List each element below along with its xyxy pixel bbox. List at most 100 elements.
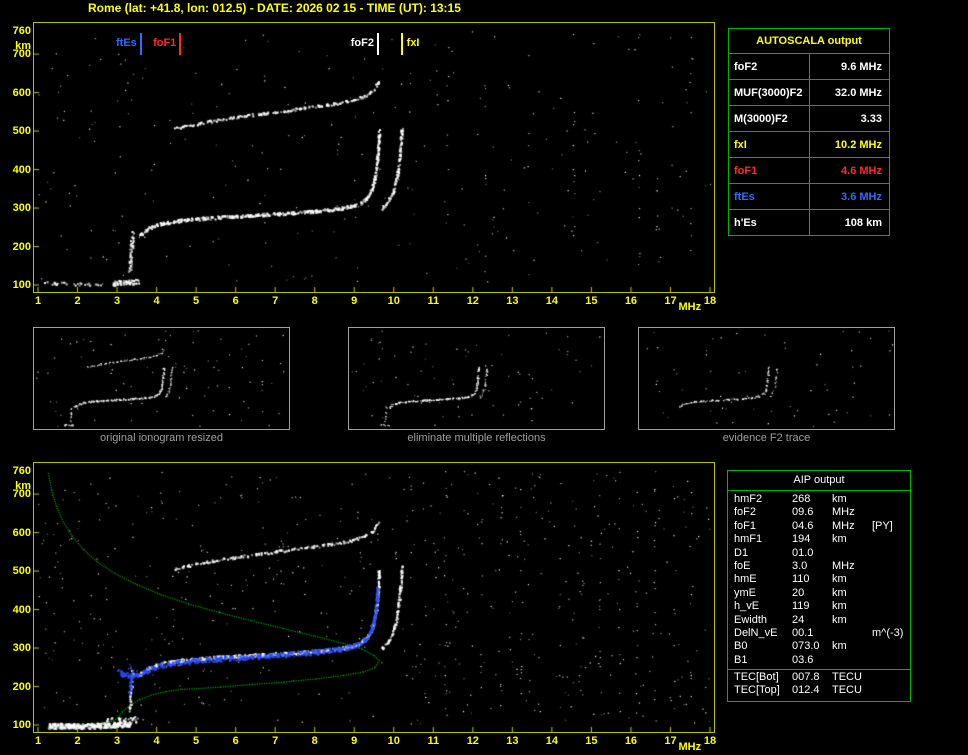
aip-row-extra — [872, 493, 910, 506]
x-tick-label: 9 — [351, 295, 358, 307]
y-axis-unit-label: km — [15, 40, 31, 52]
autoscala-table-header: AUTOSCALA output — [728, 28, 890, 54]
aip-row-unit: km — [832, 586, 847, 599]
aip-row-extra — [872, 587, 910, 600]
x-tick-label: 8 — [311, 295, 318, 307]
autoscala-row: foF1 4.6 MHz — [728, 157, 890, 184]
autoscala-row-label: foF1 — [728, 157, 810, 184]
x-tick-label: 5 — [193, 295, 200, 307]
aip-row-label: DelN_vE — [734, 626, 778, 639]
aip-row-unit: MHz — [832, 519, 855, 532]
aip-row-label: hmF1 — [734, 533, 763, 546]
autoscala-app-screen: Rome (lat: +41.8, lon: 012.5) - DATE: 20… — [0, 0, 968, 755]
autoscala-row-label: h'Es — [728, 209, 810, 236]
x-tick-label: 12 — [466, 735, 479, 747]
page-title: Rome (lat: +41.8, lon: 012.5) - DATE: 20… — [88, 1, 461, 15]
legend-label-fxi: fxI — [406, 37, 420, 49]
aip-row-value: 194 — [792, 533, 811, 546]
aip-row-value: 24 — [792, 613, 805, 626]
legend-marker-ftes — [139, 33, 142, 55]
x-tick-label: 7 — [272, 295, 279, 307]
aip-row-unit: km — [832, 493, 847, 505]
autoscala-row-value: 108 km — [808, 209, 890, 236]
aip-row: hmF1 194 km — [728, 533, 910, 546]
autoscala-row-label: MUF(3000)F2 — [728, 79, 810, 106]
x-tick-label: 7 — [272, 735, 279, 747]
aip-row-unit: km — [832, 640, 847, 653]
aip-row-unit: km — [832, 533, 847, 546]
y-tick-label: 200 — [12, 680, 31, 693]
legend-label-fof2: foF2 — [350, 37, 374, 49]
aip-row-label: TEC[Bot] — [734, 671, 779, 684]
x-tick-label: 4 — [153, 295, 160, 307]
thumb-f2-trace-frame — [638, 327, 895, 430]
legend-marker-fxi — [400, 33, 403, 55]
autoscala-row-value: 10.2 MHz — [808, 131, 890, 158]
legend-label-ftes: ftEs — [116, 37, 137, 49]
aip-row-unit — [832, 654, 872, 667]
x-tick-label: 13 — [506, 735, 519, 747]
aip-row-value: 01.0 — [792, 546, 814, 559]
aip-row-label: TEC[Top] — [734, 684, 780, 697]
autoscala-row: fxI 10.2 MHz — [728, 131, 890, 158]
aip-row-label: D1 — [734, 546, 749, 559]
autoscala-row-value: 4.6 MHz — [808, 157, 890, 184]
top-ionogram-frame — [33, 22, 715, 293]
aip-row-label: foF1 — [734, 519, 757, 532]
x-axis-unit-label: MHz — [678, 741, 702, 753]
x-axis-unit-label: MHz — [678, 301, 702, 313]
aip-separator-line — [728, 669, 910, 671]
x-tick-label: 14 — [545, 735, 558, 747]
aip-row-unit: TECU — [832, 684, 862, 697]
aip-row: D1 01.0 — [728, 547, 910, 560]
aip-row: TEC[Top] 012.4 TECU — [728, 684, 910, 697]
x-tick-label: 10 — [387, 735, 400, 747]
x-tick-label: 15 — [585, 735, 598, 747]
top-ionogram-canvas — [34, 23, 714, 292]
aip-row-unit: km — [832, 613, 847, 626]
aip-row-value: 012.4 — [792, 684, 820, 697]
legend-marker-fof1 — [179, 33, 182, 55]
aip-row: foF1 04.6 MHz [PY] — [728, 520, 910, 533]
aip-row-extra — [872, 684, 910, 697]
autoscala-row: foF2 9.6 MHz — [728, 53, 890, 80]
x-tick-label: 3 — [113, 295, 121, 307]
y-tick-label: 500 — [12, 125, 31, 138]
aip-row-value: 3.0 — [792, 559, 808, 572]
aip-row: foF2 09.6 MHz — [728, 506, 910, 519]
thumb-no-multiples-frame — [348, 327, 605, 430]
autoscala-row-value: 3.33 — [808, 105, 890, 132]
aip-row-extra — [872, 600, 910, 613]
legend-marker-fof2 — [376, 33, 379, 55]
y-tick-label: 100 — [12, 279, 31, 291]
aip-output-panel: AIP output hmF2 268 km foF2 09.6 MHz foF1 04.6 M… — [727, 470, 911, 702]
x-tick-label: 11 — [427, 295, 440, 307]
autoscala-header-row: AUTOSCALA output — [728, 28, 890, 54]
aip-row: ymE 20 km — [728, 587, 910, 600]
y-tick-label: 400 — [12, 603, 31, 616]
autoscala-row-value: 3.6 MHz — [808, 183, 890, 210]
aip-row: Ewidth 24 km — [728, 614, 910, 627]
aip-row-value: 00.1 — [792, 626, 814, 639]
aip-row-extra — [872, 614, 910, 627]
x-tick-label: 14 — [545, 295, 558, 307]
aip-row-label: ymE — [734, 586, 756, 599]
y-tick-label: 600 — [12, 86, 31, 99]
aip-row-extra — [872, 640, 910, 653]
aip-row-value: 073.0 — [792, 640, 820, 653]
aip-row: hmF2 268 km — [728, 493, 910, 506]
x-tick-label: 6 — [232, 295, 239, 307]
x-tick-label: 8 — [311, 735, 318, 747]
thumb-f2-trace-canvas — [639, 328, 894, 429]
autoscala-row: h'Es 108 km — [728, 209, 890, 236]
autoscala-row-value: 32.0 MHz — [808, 79, 890, 106]
aip-row-unit: MHz — [832, 506, 855, 519]
aip-row-value: 268 — [792, 493, 811, 505]
aip-row-label: foE — [734, 559, 751, 572]
aip-row-unit — [832, 547, 872, 560]
y-tick-label: 400 — [12, 163, 31, 176]
bottom-ionogram-canvas — [34, 463, 714, 732]
aip-row: foE 3.0 MHz — [728, 560, 910, 573]
aip-row-unit: MHz — [832, 559, 855, 572]
thumb-no-multiples-canvas — [349, 328, 604, 429]
